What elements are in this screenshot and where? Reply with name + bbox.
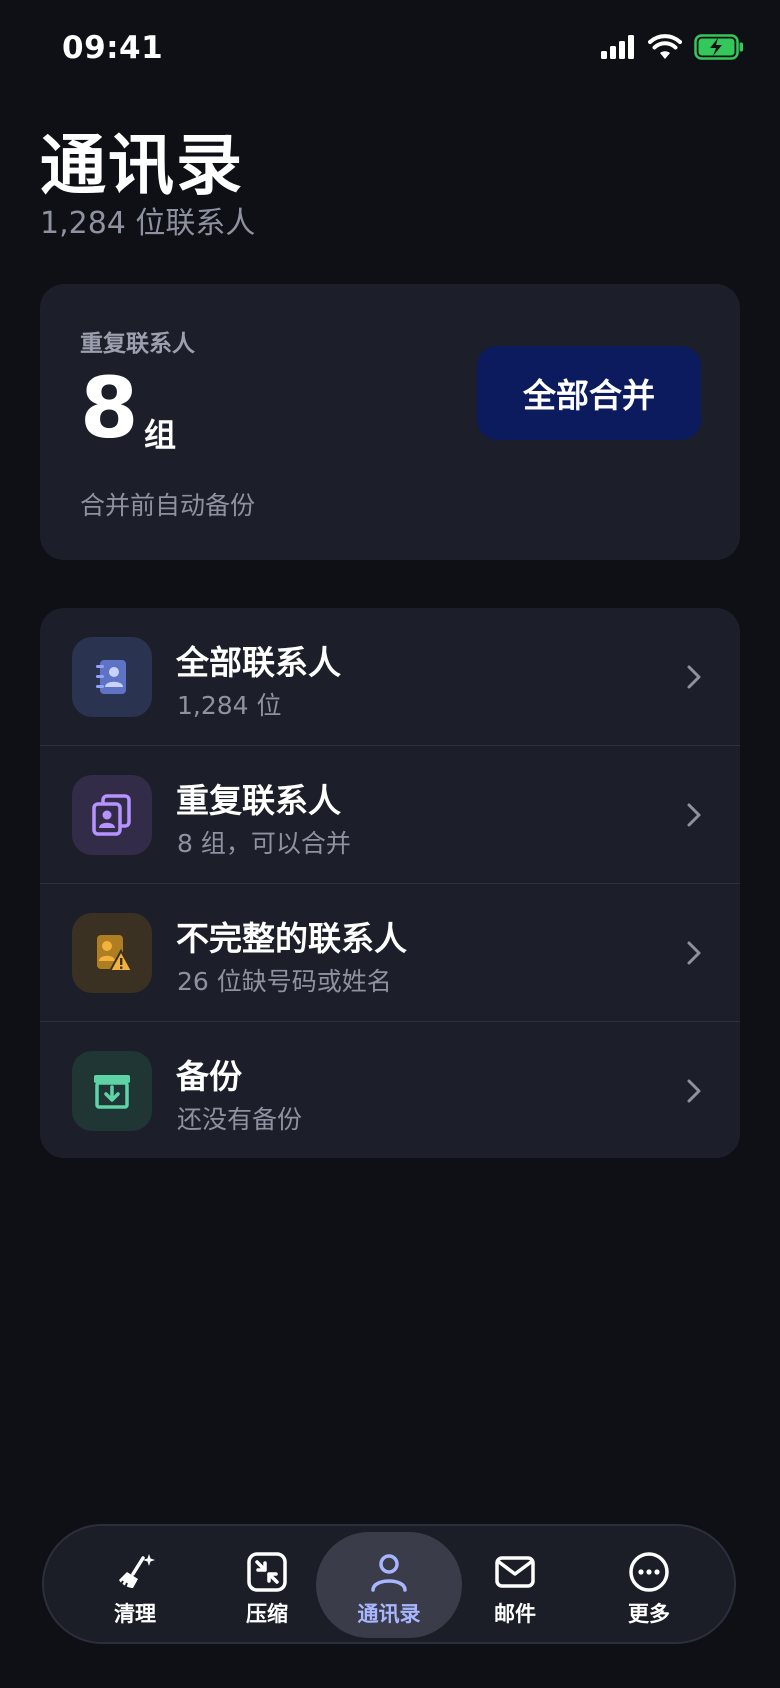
item-subtitle: 26 位缺号码或姓名 — [177, 967, 392, 996]
status-time: 09:41 — [62, 30, 164, 66]
mail-icon — [495, 1556, 535, 1588]
address-book-icon — [72, 637, 152, 717]
item-title: 全部联系人 — [176, 643, 341, 682]
item-subtitle: 还没有备份 — [177, 1105, 303, 1134]
item-title: 不完整的联系人 — [176, 919, 407, 958]
tab-label: 清理 — [114, 1602, 156, 1626]
item-subtitle: 8 组，可以合并 — [177, 829, 351, 858]
battery-charging-icon — [694, 34, 743, 60]
status-bar: 09:41 — [0, 0, 780, 100]
broom-sparkle-icon — [119, 1554, 155, 1589]
cellular-signal-icon — [601, 35, 634, 59]
item-title: 重复联系人 — [176, 781, 341, 820]
tab-contacts[interactable]: 通讯录 — [316, 1532, 462, 1638]
merge-all-button[interactable]: 全部合并 — [477, 346, 701, 440]
contact-count: 1,284 位联系人 — [40, 206, 256, 241]
contacts-menu-list: 全部联系人 1,284 位 重复联系人 8 组，可以合并 不完整的联系人 26 … — [40, 608, 740, 1158]
compress-icon — [247, 1552, 287, 1592]
chevron-right-icon — [687, 665, 701, 689]
page-title: 通讯录 — [40, 126, 244, 204]
tab-label: 通讯录 — [357, 1602, 421, 1626]
duplicate-group-count: 8 — [80, 359, 139, 457]
contact-warning-icon — [72, 913, 152, 993]
chevron-right-icon — [687, 803, 701, 827]
tab-label: 更多 — [628, 1602, 670, 1626]
list-item-incomplete-contacts[interactable]: 不完整的联系人 26 位缺号码或姓名 — [40, 884, 740, 1022]
list-item-all-contacts[interactable]: 全部联系人 1,284 位 — [40, 608, 740, 746]
duplicate-contact-icon — [72, 775, 152, 855]
duplicate-summary-card: 重复联系人 8 组 合并前自动备份 全部合并 — [40, 284, 740, 560]
tab-mail[interactable]: 邮件 — [442, 1532, 588, 1638]
person-icon — [371, 1554, 407, 1592]
item-subtitle: 1,284 位 — [177, 691, 282, 720]
more-icon — [629, 1552, 669, 1592]
archive-download-icon — [72, 1051, 152, 1131]
list-item-duplicate-contacts[interactable]: 重复联系人 8 组，可以合并 — [40, 746, 740, 884]
tab-label: 邮件 — [494, 1602, 536, 1626]
status-icons — [600, 34, 744, 60]
tab-bar: 清理 压缩 通讯录 邮件 更多 — [42, 1524, 736, 1644]
backup-note: 合并前自动备份 — [80, 491, 256, 520]
list-item-backup[interactable]: 备份 还没有备份 — [40, 1022, 740, 1158]
tab-clean[interactable]: 清理 — [62, 1532, 208, 1638]
chevron-right-icon — [687, 1079, 701, 1103]
tab-more[interactable]: 更多 — [576, 1532, 722, 1638]
wifi-icon — [648, 34, 682, 59]
chevron-right-icon — [687, 941, 701, 965]
item-title: 备份 — [176, 1057, 242, 1096]
summary-label: 重复联系人 — [80, 331, 195, 357]
duplicate-group-unit: 组 — [144, 416, 177, 454]
